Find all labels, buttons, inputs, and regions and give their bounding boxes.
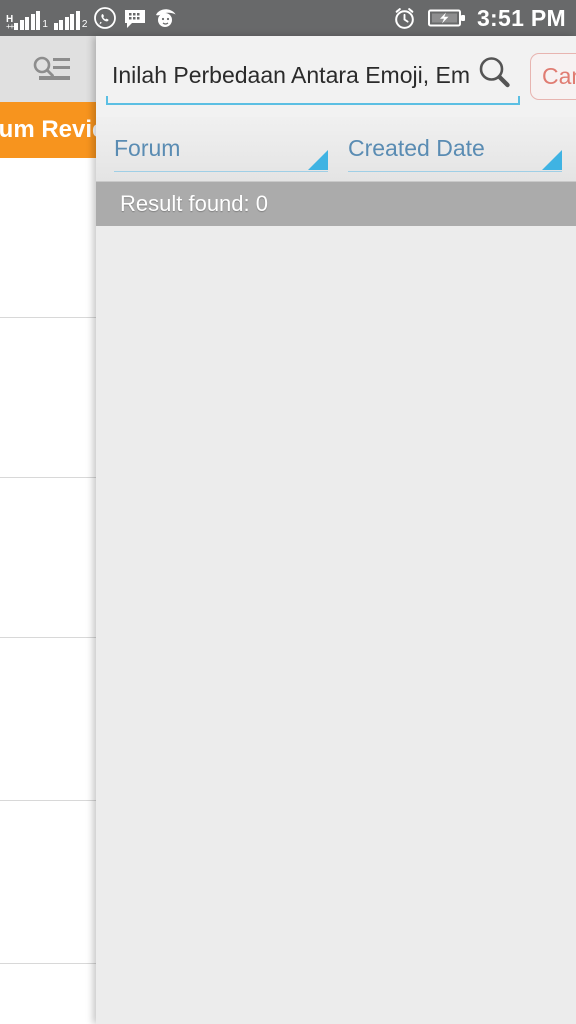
status-bar-clock: 3:51 PM <box>476 4 566 31</box>
list-item-title: sia Open <box>0 332 100 362</box>
screen: H ++ 1 2 3:51 PM um Review Inilah Perbed… <box>0 0 576 1024</box>
magnifier-icon[interactable] <box>476 54 514 97</box>
list-item-title: d-Band <box>0 652 100 682</box>
result-count-label: Result found: 0 <box>120 191 268 216</box>
chevron-down-icon <box>308 150 328 170</box>
search-list-icon[interactable] <box>30 54 72 91</box>
cancel-button[interactable]: Cancel <box>530 53 576 100</box>
signal-bars-2-icon <box>53 11 80 30</box>
filter-row: Forum Created Date <box>96 117 576 181</box>
list-item-title: t <box>0 815 100 845</box>
list-item-title: i Bulan <box>0 172 100 202</box>
search-input-value: Inilah Perbedaan Antara Emoji, Em <box>112 62 470 89</box>
list-item-title: sh of <box>0 978 100 1008</box>
misspelled-word: Antara <box>291 62 359 89</box>
search-bar: Inilah Perbedaan Antara Emoji, Em Cancel <box>96 36 576 117</box>
battery-charging-icon <box>427 8 466 28</box>
app-icon <box>153 6 179 30</box>
whatsapp-icon <box>93 6 117 30</box>
search-input-tail: Emoji, Em <box>358 62 470 88</box>
search-input[interactable]: Inilah Perbedaan Antara Emoji, Em <box>106 49 520 105</box>
filter-forum-dropdown[interactable]: Forum <box>114 126 328 172</box>
filter-forum-label: Forum <box>114 135 181 161</box>
filter-created-date-dropdown[interactable]: Created Date <box>348 126 562 172</box>
chevron-down-icon <box>542 150 562 170</box>
sim-2-label: 2 <box>81 19 88 30</box>
search-overlay-panel: Inilah Perbedaan Antara Emoji, Em Cancel… <box>96 36 576 1024</box>
filter-created-date-label: Created Date <box>348 135 485 161</box>
status-bar-left: H ++ 1 2 <box>6 6 392 31</box>
signal-bars-1-icon <box>14 11 41 30</box>
signal-indicator-2: 2 <box>53 11 88 30</box>
status-bar-right: 3:51 PM <box>392 5 566 32</box>
bbm-icon <box>123 8 147 30</box>
status-bar: H ++ 1 2 3:51 PM <box>0 0 576 36</box>
result-status-bar: Result found: 0 <box>96 181 576 226</box>
list-item-title: di LOOP 6 <box>0 492 100 552</box>
search-results-area <box>96 226 576 1024</box>
signal-indicator-1: H ++ 1 <box>6 11 48 31</box>
sim-1-label: 1 <box>42 19 48 30</box>
alarm-clock-icon <box>392 6 417 31</box>
network-type-label: H ++ <box>6 14 14 31</box>
misspelled-word: Perbedaan <box>173 62 286 89</box>
misspelled-word: Inilah <box>112 62 167 89</box>
